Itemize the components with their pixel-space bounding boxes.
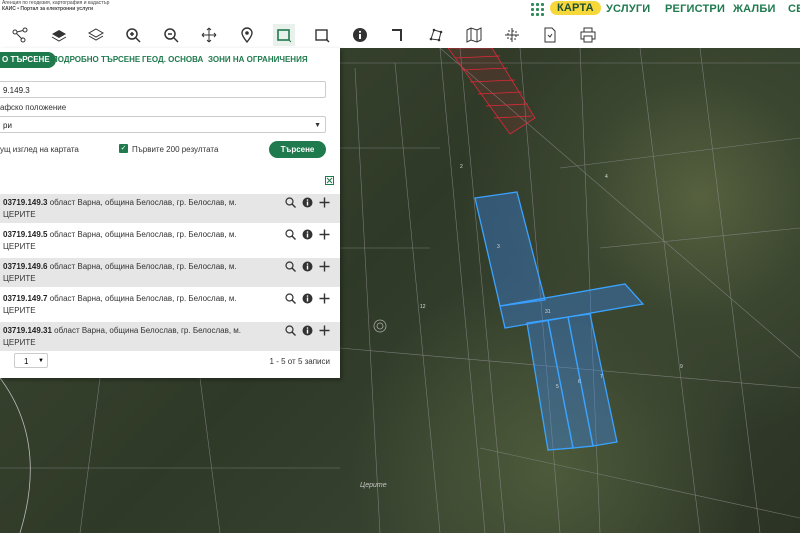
current-view-label[interactable]: ущ изглед на картата	[0, 145, 79, 154]
zoom-to-icon[interactable]	[285, 261, 296, 272]
result-id[interactable]: 03719.149.7	[3, 294, 48, 303]
connect-icon[interactable]	[9, 24, 31, 46]
select-area-icon[interactable]	[311, 24, 333, 46]
info-icon[interactable]	[349, 24, 371, 46]
add-icon[interactable]	[319, 261, 330, 272]
tab-geod-basis[interactable]: ГЕОД. ОСНОВА	[142, 52, 203, 68]
measure-icon[interactable]	[387, 24, 409, 46]
nav-map[interactable]: КАРТА	[550, 1, 601, 15]
info-icon[interactable]	[302, 325, 313, 336]
layers-stack-icon[interactable]	[85, 24, 107, 46]
select-rect-icon[interactable]	[273, 24, 295, 46]
marker-icon[interactable]	[236, 24, 258, 46]
print-icon[interactable]	[577, 24, 599, 46]
map-place-label: Церите	[360, 482, 387, 489]
result-row[interactable]: 03719.149.3 област Варна, община Белосла…	[0, 194, 340, 223]
result-row[interactable]: 03719.149.7 област Варна, община Белосла…	[0, 290, 340, 319]
tab-restriction-zones[interactable]: ЗОНИ НА ОГРАНИЧЕНИЯ	[208, 52, 308, 68]
top-header: Агенция по геодезия, картография и кадас…	[0, 0, 800, 22]
selected-parcels	[474, 191, 645, 451]
polygon-icon[interactable]	[425, 24, 447, 46]
page-select[interactable]: 1 ▼	[14, 353, 48, 368]
result-locality: ЦЕРИТЕ	[3, 242, 36, 251]
nav-complaints[interactable]: ЖАЛБИ	[733, 3, 776, 15]
svg-text:3: 3	[497, 244, 500, 250]
zoom-out-icon[interactable]	[160, 24, 182, 46]
logo-line-2: КАИС • Портал за електронни услуги	[2, 5, 94, 12]
svg-text:7: 7	[600, 374, 603, 380]
svg-text:12: 12	[420, 304, 426, 310]
pan-icon[interactable]	[198, 24, 220, 46]
svg-text:2: 2	[460, 164, 463, 170]
result-row[interactable]: 03719.149.6 област Варна, община Белосла…	[0, 258, 340, 287]
result-id[interactable]: 03719.149.3	[3, 198, 48, 207]
tab-quick-search[interactable]: О ТЪРСЕНЕ	[0, 52, 56, 68]
svg-text:9: 9	[680, 364, 683, 370]
search-panel: О ТЪРСЕНЕ ПОДРОБНО ТЪРСЕНЕ ГЕОД. ОСНОВА …	[0, 48, 340, 378]
result-id[interactable]: 03719.149.31	[3, 326, 52, 335]
svg-text:5: 5	[556, 384, 559, 390]
location-label: афско положение	[0, 103, 67, 112]
page-number: 1	[24, 357, 29, 366]
dropdown-arrow-icon: ▼	[314, 122, 321, 129]
result-locality: ЦЕРИТЕ	[3, 274, 36, 283]
svg-text:31: 31	[545, 309, 551, 315]
search-input[interactable]: 9.149.3	[0, 81, 326, 98]
agency-logo[interactable]: Агенция по геодезия, картография и кадас…	[2, 0, 112, 12]
result-address: област Варна, община Белослав, гр. Белос…	[47, 294, 237, 303]
svg-text:4: 4	[605, 174, 608, 180]
add-icon[interactable]	[319, 325, 330, 336]
restriction-zone	[447, 48, 536, 135]
map-icon[interactable]	[463, 24, 485, 46]
first200-label: Първите 200 резултата	[132, 145, 219, 154]
location-select[interactable]: ри ▼	[0, 116, 326, 133]
search-tabs: О ТЪРСЕНЕ ПОДРОБНО ТЪРСЕНЕ ГЕОД. ОСНОВА …	[0, 52, 340, 68]
chevron-down-icon: ▼	[38, 358, 44, 364]
pager-info: 1 - 5 от 5 записи	[269, 357, 330, 366]
result-id[interactable]: 03719.149.5	[3, 230, 48, 239]
zoom-to-icon[interactable]	[285, 229, 296, 240]
add-icon[interactable]	[319, 229, 330, 240]
result-row[interactable]: 03719.149.5 област Варна, община Белосла…	[0, 226, 340, 255]
layers-icon[interactable]	[48, 24, 70, 46]
svg-text:6: 6	[578, 379, 581, 385]
map-toolbar	[0, 22, 800, 49]
zoom-to-icon[interactable]	[285, 197, 296, 208]
nav-registers[interactable]: РЕГИСТРИ	[665, 3, 725, 15]
zoom-to-icon[interactable]	[285, 325, 296, 336]
result-locality: ЦЕРИТЕ	[3, 338, 36, 347]
info-icon[interactable]	[302, 293, 313, 304]
tab-detailed-search[interactable]: ПОДРОБНО ТЪРСЕНЕ	[52, 52, 140, 68]
result-address: област Варна, община Белослав, гр. Белос…	[51, 326, 241, 335]
result-address: област Варна, община Белослав, гр. Белос…	[47, 262, 237, 271]
info-icon[interactable]	[302, 261, 313, 272]
result-address: област Варна, община Белослав, гр. Белос…	[47, 198, 237, 207]
apps-grid-icon[interactable]	[531, 3, 545, 17]
result-row[interactable]: 03719.149.31 област Варна, община Белосл…	[0, 322, 340, 351]
result-address: област Варна, община Белослав, гр. Белос…	[47, 230, 237, 239]
zoom-to-icon[interactable]	[285, 293, 296, 304]
crosshair-icon[interactable]	[501, 24, 523, 46]
search-button[interactable]: Търсене	[269, 141, 326, 158]
first200-checkbox[interactable]: ✓	[119, 144, 128, 153]
nav-services[interactable]: УСЛУГИ	[606, 3, 650, 15]
info-icon[interactable]	[302, 229, 313, 240]
expand-icon[interactable]	[325, 176, 334, 185]
add-icon[interactable]	[319, 197, 330, 208]
parcel-03719-149-3	[474, 191, 546, 307]
result-id[interactable]: 03719.149.6	[3, 262, 48, 271]
nav-more[interactable]: СЕ	[788, 3, 800, 15]
location-value: ри	[3, 121, 12, 130]
info-icon[interactable]	[302, 197, 313, 208]
add-icon[interactable]	[319, 293, 330, 304]
zoom-in-icon[interactable]	[122, 24, 144, 46]
result-locality: ЦЕРИТЕ	[3, 210, 36, 219]
result-locality: ЦЕРИТЕ	[3, 306, 36, 315]
document-icon[interactable]	[539, 24, 561, 46]
